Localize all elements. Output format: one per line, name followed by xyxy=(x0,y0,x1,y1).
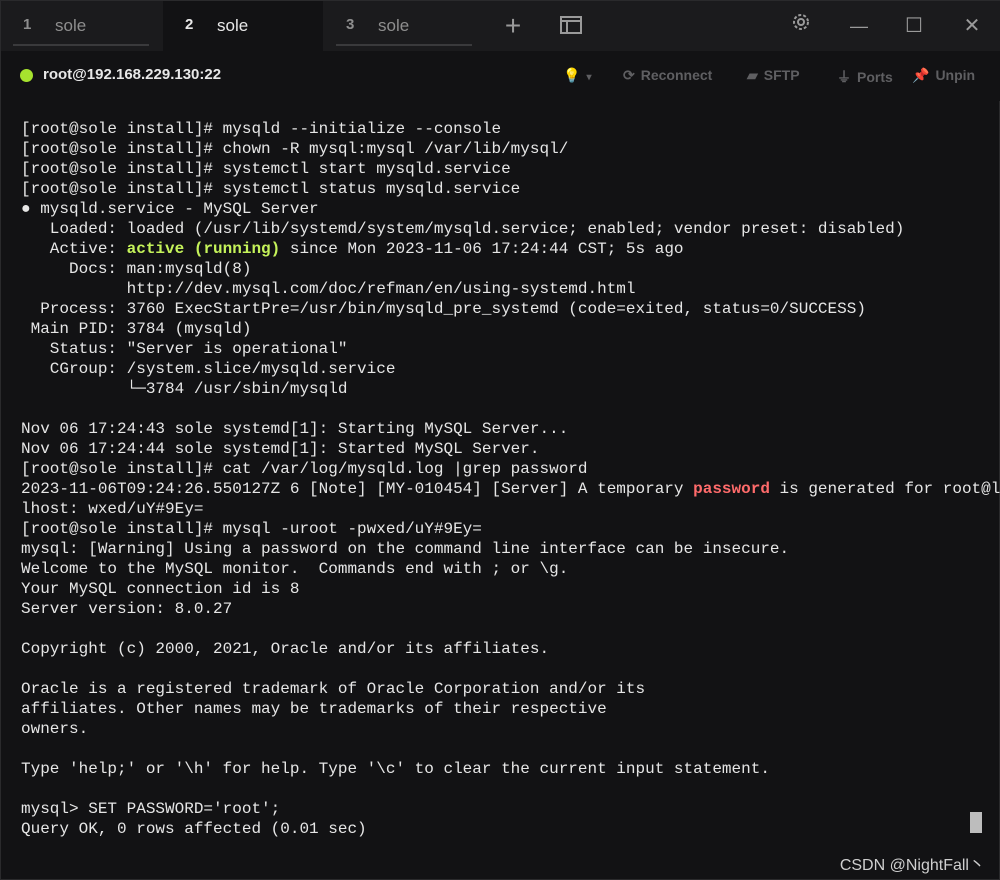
maximize-icon[interactable]: ☐ xyxy=(899,11,929,41)
tab-number: 1 xyxy=(23,16,32,33)
terminal-line: Main PID: 3784 (mysqld) xyxy=(21,320,252,338)
terminal-line: Copyright (c) 2000, 2021, Oracle and/or … xyxy=(21,640,550,658)
terminal-line: [root@sole install]# systemctl start mys… xyxy=(21,160,511,178)
reconnect-button[interactable]: ⟳ Reconnect xyxy=(623,67,712,84)
tab-3[interactable]: 3 sole xyxy=(324,1,484,51)
terminal-line: Server version: 8.0.27 xyxy=(21,600,233,618)
terminal-line: Oracle is a registered trademark of Orac… xyxy=(21,680,646,698)
terminal-line: [root@sole install]# mysqld --initialize… xyxy=(21,120,502,138)
sftp-button[interactable]: ▰ SFTP xyxy=(747,67,800,84)
terminal-line: affiliates. Other names may be trademark… xyxy=(21,700,607,718)
terminal-output[interactable]: [root@sole install]# mysqld --initialize… xyxy=(21,119,1000,839)
tab-overview-icon[interactable] xyxy=(556,11,586,41)
terminal-line: Nov 06 17:24:44 sole systemd[1]: Started… xyxy=(21,440,540,458)
close-icon[interactable]: ✕ xyxy=(957,11,987,41)
scrollbar-thumb[interactable] xyxy=(970,812,982,833)
terminal-line: 2023-11-06T09:24:26.550127Z 6 [Note] [MY… xyxy=(21,480,1000,498)
ports-label: Ports xyxy=(857,69,893,85)
connection-status-icon xyxy=(20,69,33,82)
terminal-line: owners. xyxy=(21,720,89,738)
terminal-line: Your MySQL connection id is 8 xyxy=(21,580,300,598)
terminal-line: mysql: [Warning] Using a password on the… xyxy=(21,540,790,558)
settings-icon[interactable] xyxy=(786,11,816,41)
tab-2[interactable]: 2 sole xyxy=(163,1,323,51)
tab-number: 3 xyxy=(346,16,355,33)
plug-icon: ⏚ xyxy=(837,69,851,85)
terminal-line: lhost: wxed/uY#9Ey= xyxy=(21,500,204,518)
terminal-line: Status: "Server is operational" xyxy=(21,340,348,358)
watermark: CSDN @NightFall丶 xyxy=(839,857,985,874)
terminal-line: Welcome to the MySQL monitor. Commands e… xyxy=(21,560,569,578)
pin-icon: 📌 xyxy=(912,67,930,83)
tab-number: 2 xyxy=(185,16,194,33)
highlighted-text: active (running) xyxy=(126,240,281,258)
terminal-line: Nov 06 17:24:43 sole systemd[1]: Startin… xyxy=(21,420,569,438)
tab-underline xyxy=(13,44,149,46)
tab-underline xyxy=(336,44,472,46)
session-host: root@192.168.229.130:22 xyxy=(43,66,222,83)
terminal-line: Active: active (running) since Mon 2023-… xyxy=(21,240,684,258)
new-tab-icon[interactable]: + xyxy=(498,11,528,41)
tab-strip: 1 sole 2 sole 3 sole + — ☐ ✕ xyxy=(1,1,1000,51)
minimize-icon[interactable]: — xyxy=(844,11,874,41)
terminal-line: Process: 3760 ExecStartPre=/usr/bin/mysq… xyxy=(21,300,866,318)
highlighted-text: password xyxy=(693,480,770,498)
refresh-icon: ⟳ xyxy=(623,67,635,83)
tab-1[interactable]: 1 sole xyxy=(1,1,161,51)
unpin-button[interactable]: 📌 Unpin xyxy=(912,67,975,84)
terminal-line: Loaded: loaded (/usr/lib/systemd/system/… xyxy=(21,220,905,238)
terminal-window: 1 sole 2 sole 3 sole + — ☐ ✕ root@192.16… xyxy=(0,0,1000,880)
ports-button[interactable]: ⏚ Ports xyxy=(837,67,893,87)
terminal-line: └─3784 /usr/sbin/mysqld xyxy=(21,380,348,398)
terminal-line: [root@sole install]# chown -R mysql:mysq… xyxy=(21,140,569,158)
terminal-line: ● mysqld.service - MySQL Server xyxy=(21,200,319,218)
session-bar: root@192.168.229.130:22 💡 ▾ ⟳ Reconnect ▰ S… xyxy=(1,51,1000,101)
terminal-line: CGroup: /system.slice/mysqld.service xyxy=(21,360,396,378)
tab-label: sole xyxy=(378,16,410,35)
terminal-line: http://dev.mysql.com/doc/refman/en/using… xyxy=(21,280,636,298)
terminal-line: Query OK, 0 rows affected (0.01 sec) xyxy=(21,820,367,838)
terminal-line: Type 'help;' or '\h' for help. Type '\c'… xyxy=(21,760,770,778)
terminal-line: [root@sole install]# mysql -uroot -pwxed… xyxy=(21,520,482,538)
unpin-label: Unpin xyxy=(935,67,976,83)
sftp-label: SFTP xyxy=(763,67,800,83)
folder-icon: ▰ xyxy=(747,67,758,83)
reconnect-label: Reconnect xyxy=(640,67,713,83)
terminal-line: [root@sole install]# cat /var/log/mysqld… xyxy=(21,460,588,478)
lightbulb-icon[interactable]: 💡 ▾ xyxy=(563,67,591,84)
tab-label: sole xyxy=(217,16,249,35)
terminal-line: Docs: man:mysqld(8) xyxy=(21,260,252,278)
terminal-line: [root@sole install]# systemctl status my… xyxy=(21,180,521,198)
tab-label: sole xyxy=(55,16,87,35)
terminal-line: mysql> SET PASSWORD='root'; xyxy=(21,800,281,818)
